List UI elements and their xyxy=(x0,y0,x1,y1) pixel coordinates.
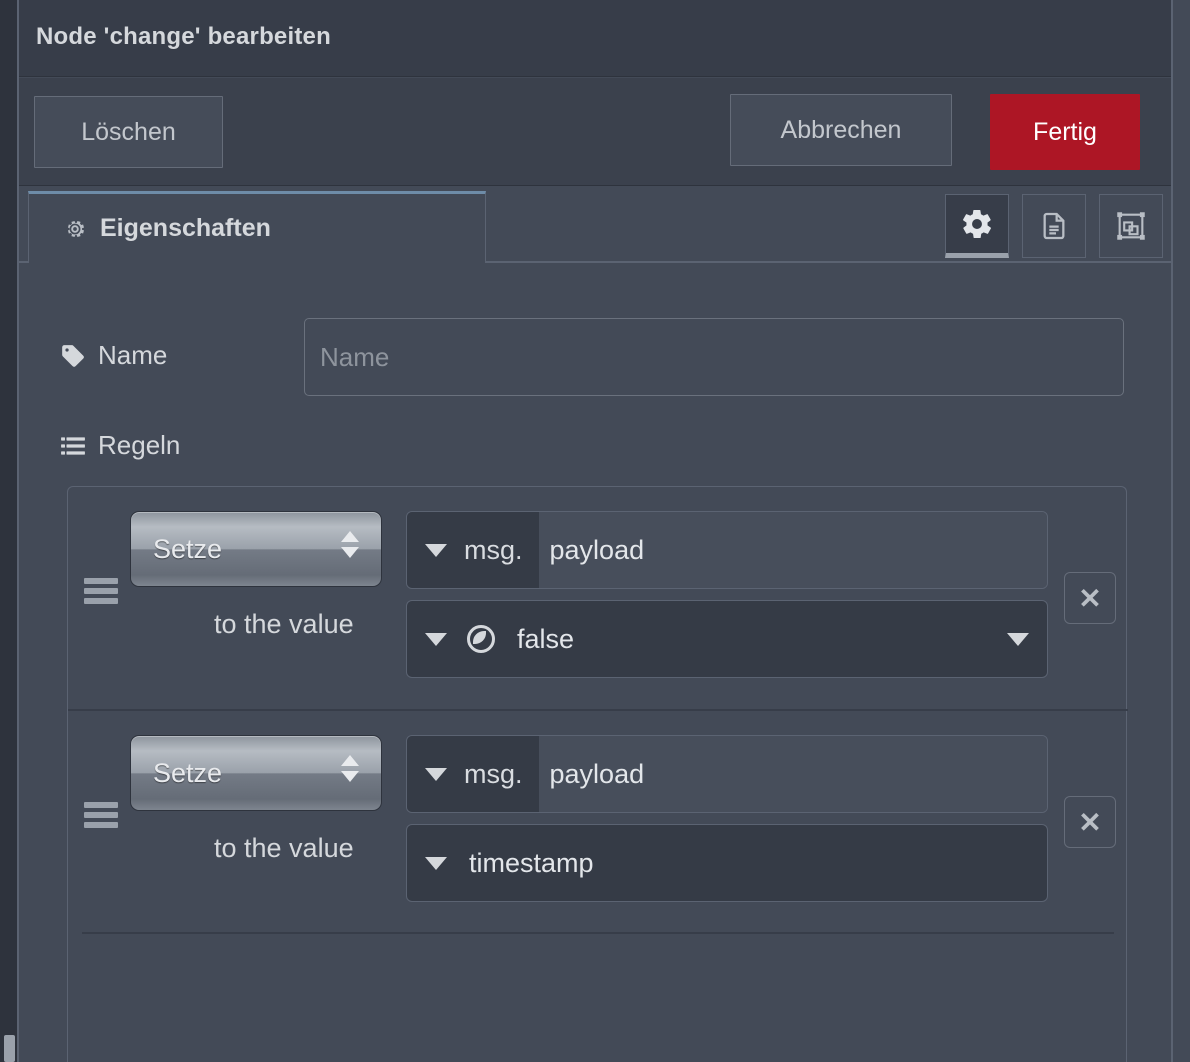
stepper-arrows-icon xyxy=(341,755,359,782)
delete-rule-button[interactable]: ✕ xyxy=(1064,796,1116,848)
gear-icon xyxy=(62,216,88,242)
rule-value-text: timestamp xyxy=(469,847,594,878)
rules-section-label: Regeln xyxy=(60,430,180,461)
name-label-text: Name xyxy=(98,340,168,370)
rule-property-type-label: msg. xyxy=(464,758,523,789)
boolean-icon xyxy=(467,625,495,653)
properties-form: Name Regeln xyxy=(19,267,1171,1062)
delete-rule-button[interactable]: ✕ xyxy=(1064,572,1116,624)
rule-action-select[interactable]: Setze xyxy=(130,735,382,811)
rules-separator xyxy=(82,932,1114,934)
rule-property-type-select[interactable]: msg. xyxy=(407,512,539,588)
rules-label-text: Regeln xyxy=(98,430,181,460)
chevron-down-icon xyxy=(425,632,447,646)
right-gutter xyxy=(1173,0,1190,1062)
gear-icon xyxy=(960,207,994,241)
dialog-title: Node 'change' bearbeiten xyxy=(36,23,331,50)
properties-gear-icon-button[interactable] xyxy=(945,194,1009,258)
rule-value-field[interactable]: timestamp xyxy=(406,824,1048,902)
name-row: Name xyxy=(19,318,1171,398)
to-the-value-label: to the value xyxy=(214,609,354,639)
chevron-down-icon xyxy=(425,767,447,781)
chevron-down-icon xyxy=(425,543,447,557)
tag-icon xyxy=(60,343,86,369)
list-icon xyxy=(60,433,86,459)
rule-row: Setze msg. payload to the value xyxy=(68,709,1128,931)
rule-property-type-label: msg. xyxy=(464,534,523,565)
rules-list: Setze msg. payload to the value false ✕ … xyxy=(67,486,1128,1062)
dialog-titlebar: Node 'change' bearbeiten xyxy=(19,0,1171,77)
rule-action-value: Setze xyxy=(153,534,223,564)
rule-property-input[interactable]: payload xyxy=(538,736,1047,812)
drag-handle-icon[interactable] xyxy=(84,802,118,828)
rule-property-field[interactable]: msg. payload xyxy=(406,735,1048,813)
chevron-down-icon[interactable] xyxy=(1007,632,1029,646)
description-document-icon-button[interactable] xyxy=(1022,194,1086,258)
stepper-arrows-icon xyxy=(341,531,359,558)
tab-properties[interactable]: Eigenschaften xyxy=(28,191,486,263)
delete-button[interactable]: Löschen xyxy=(34,96,223,168)
rule-action-select[interactable]: Setze xyxy=(130,511,382,587)
node-red-edit-dialog: Node 'change' bearbeiten Löschen Abbrech… xyxy=(0,0,1190,1062)
name-input[interactable] xyxy=(304,318,1124,396)
rule-value-text: false xyxy=(517,623,575,654)
rule-action-value: Setze xyxy=(153,758,223,788)
name-row-label: Name xyxy=(60,340,167,371)
rule-property-input[interactable]: payload xyxy=(538,512,1047,588)
to-the-value-label: to the value xyxy=(214,833,354,863)
drag-handle-icon[interactable] xyxy=(84,578,118,604)
chevron-down-icon xyxy=(425,856,447,870)
document-icon xyxy=(1038,210,1070,242)
cancel-button[interactable]: Abbrechen xyxy=(730,94,952,166)
rule-value-field[interactable]: false xyxy=(406,600,1048,678)
tab-strip: Eigenschaften xyxy=(19,187,1171,267)
edit-dialog-panel: Node 'change' bearbeiten Löschen Abbrech… xyxy=(19,0,1171,1062)
dialog-action-bar: Löschen Abbrechen Fertig xyxy=(19,78,1171,186)
done-button[interactable]: Fertig xyxy=(990,94,1140,170)
group-select-icon xyxy=(1114,209,1148,243)
rule-row: Setze msg. payload to the value xyxy=(68,487,1128,709)
left-gutter xyxy=(0,0,17,1062)
rule-property-type-select[interactable]: msg. xyxy=(407,736,539,812)
tab-properties-label: Eigenschaften xyxy=(100,214,271,242)
rule-property-field[interactable]: msg. payload xyxy=(406,511,1048,589)
appearance-group-icon-button[interactable] xyxy=(1099,194,1163,258)
vertical-scrollbar-thumb[interactable] xyxy=(4,1035,15,1062)
